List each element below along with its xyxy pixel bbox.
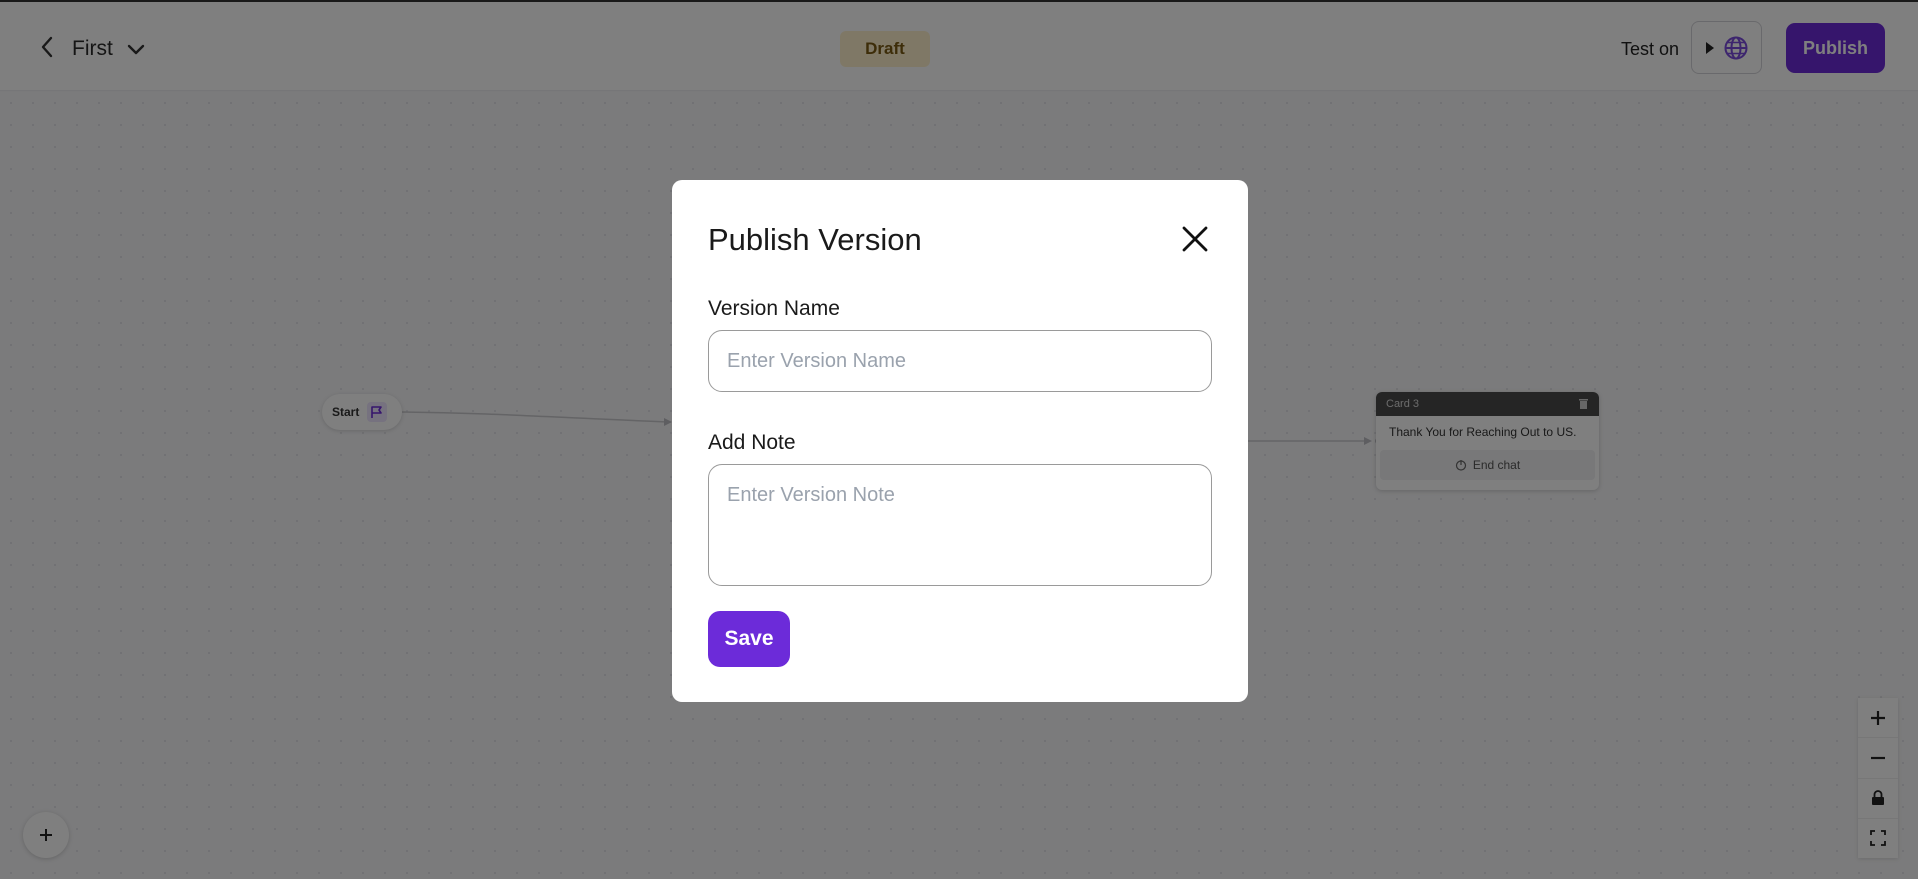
dialog-title: Publish Version: [708, 222, 922, 257]
publish-version-dialog: Publish Version Version Name Add Note Sa…: [672, 180, 1248, 702]
add-note-label: Add Note: [708, 431, 796, 454]
version-name-input[interactable]: [708, 330, 1212, 392]
version-note-input[interactable]: [708, 464, 1212, 586]
version-name-label: Version Name: [708, 297, 840, 320]
close-button[interactable]: [1176, 220, 1214, 258]
save-button[interactable]: Save: [708, 611, 790, 667]
close-icon: [1182, 226, 1208, 252]
